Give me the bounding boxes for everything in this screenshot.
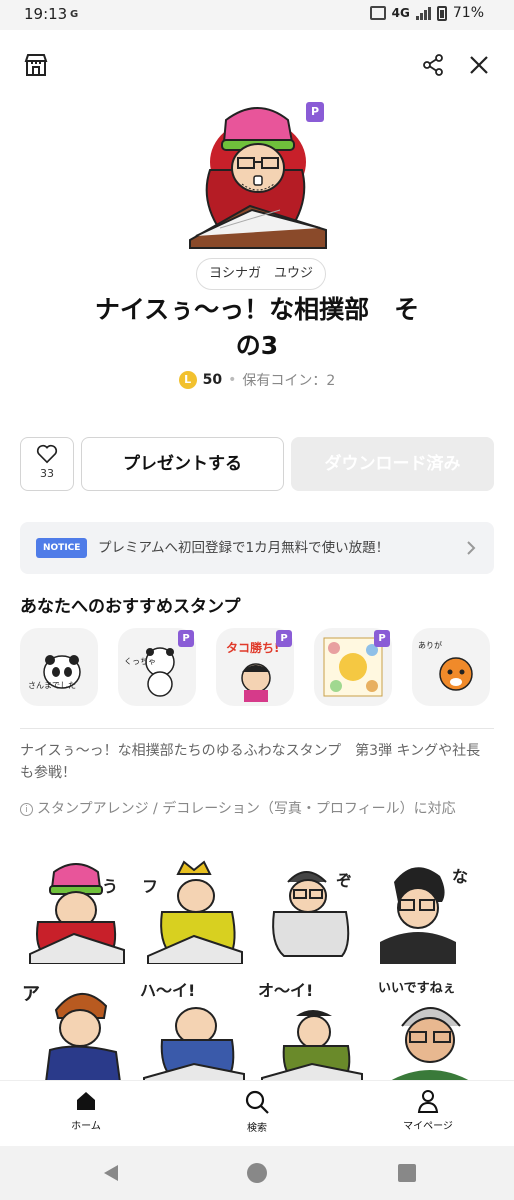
svg-text:ア: ア (22, 984, 40, 1005)
recommendation-list: さんまでした くっちゃ P タコ勝ち! P P ありが (20, 628, 514, 708)
top-bar (0, 30, 514, 100)
svg-text:オ〜イ!: オ〜イ! (258, 981, 313, 1000)
like-button[interactable]: 33 (20, 437, 74, 491)
download-button[interactable]: ダウンロード済み (291, 437, 494, 491)
search-icon (245, 1090, 269, 1114)
nav-home[interactable]: ホーム (36, 1089, 136, 1132)
feature-note-text: スタンプアレンジ / デコレーション（写真・プロフィール）に対応 (37, 801, 456, 817)
sticker-thumbnail: さんまでした (28, 655, 81, 690)
owned-coins: 保有コイン：2 (242, 373, 336, 389)
svg-text:さんまでした: さんまでした (28, 681, 76, 690)
svg-text:くっちゃ: くっちゃ (124, 657, 156, 666)
chevron-right-icon (467, 541, 476, 555)
share-icon[interactable] (417, 49, 449, 81)
sticker-item[interactable]: ハ〜イ! (138, 970, 250, 1082)
back-icon[interactable] (100, 1162, 122, 1184)
nav-search-label: 検索 (247, 1123, 267, 1134)
present-button[interactable]: プレゼントする (81, 437, 284, 491)
product-description: ナイスぅ〜っ！な相撲部たちのゆるふわなスタンプ 第3弾 キングや社長も参戦！ (20, 743, 481, 781)
battery-percent: 71% (452, 5, 484, 21)
svg-text:ありが: ありが (418, 640, 442, 650)
system-nav-bar (0, 1146, 514, 1200)
premium-badge: P (374, 630, 390, 647)
nav-search[interactable]: 検索 (207, 1089, 307, 1134)
recents-icon[interactable] (396, 1162, 418, 1184)
svg-text:フ: フ (142, 877, 158, 896)
nav-mypage[interactable]: マイページ (378, 1089, 478, 1132)
recommendation-item[interactable]: さんまでした (20, 628, 98, 706)
home-icon (77, 1092, 95, 1110)
main-sticker-image (189, 107, 327, 249)
sticker-item[interactable]: フ (138, 852, 250, 964)
status-bar: 19:13 G 4G 71% (0, 0, 514, 30)
divider (20, 728, 494, 729)
svg-text:いいですねぇ: いいですねぇ (378, 981, 456, 996)
notice-text: プレミアムへ初回登録で1カ月無料で使い放題！ (98, 540, 390, 556)
premium-badge: P (178, 630, 194, 647)
info-icon: i (20, 803, 33, 816)
close-icon[interactable] (463, 49, 495, 81)
svg-text:ハ〜イ!: ハ〜イ! (140, 981, 195, 1000)
battery-icon (436, 5, 447, 21)
vibrate-icon (369, 6, 386, 20)
feature-note: i スタンプアレンジ / デコレーション（写真・プロフィール）に対応 (20, 798, 494, 820)
sticker-item[interactable]: う (20, 852, 132, 964)
separator-dot: • (228, 372, 237, 388)
notice-banner[interactable]: NOTICE プレミアムへ初回登録で1カ月無料で使い放題！ (20, 522, 494, 574)
home-circle-icon[interactable] (246, 1162, 268, 1184)
nav-mypage-label: マイページ (403, 1121, 453, 1132)
recommendation-item[interactable]: ありが (412, 628, 490, 706)
user-icon (417, 1090, 439, 1113)
svg-text:ぞ: ぞ (336, 871, 352, 890)
shop-icon[interactable] (20, 49, 52, 81)
premium-badge: P (306, 102, 324, 122)
price: 50 (202, 372, 223, 388)
title-line-1: ナイスぅ〜っ！な相撲部 そ (94, 295, 420, 324)
like-count: 33 (40, 467, 54, 480)
coin-icon: L (178, 371, 197, 389)
premium-badge: P (276, 630, 292, 647)
nav-home-label: ホーム (71, 1121, 101, 1132)
sticker-item[interactable]: オ〜イ! (256, 970, 368, 1082)
network-type: 4G (391, 6, 410, 20)
sticker-item[interactable]: いいですねぇ (374, 970, 486, 1082)
product-title: ナイスぅ〜っ！な相撲部 そ の3 (40, 292, 474, 364)
heart-icon (36, 444, 58, 464)
sticker-thumbnail: ありが (418, 640, 473, 691)
signal-icon (415, 6, 431, 20)
status-time: 19:13 (24, 5, 68, 23)
recommendation-title: あなたへのおすすめスタンプ (20, 597, 241, 617)
sticker-item[interactable]: な (374, 852, 486, 964)
author-chip[interactable]: ヨシナガ ユウジ (196, 258, 327, 290)
svg-text:な: な (452, 867, 468, 886)
title-line-2: の3 (235, 331, 279, 360)
status-right: 4G 71% (369, 5, 484, 21)
price-row: L 50 • 保有コイン：2 (0, 370, 514, 390)
notice-badge: NOTICE (36, 538, 88, 558)
svg-text:う: う (102, 877, 118, 896)
sticker-item[interactable]: ぞ (256, 852, 368, 964)
bottom-nav: ホーム 検索 マイページ (0, 1080, 514, 1146)
carrier-icon: G (70, 9, 79, 20)
svg-text:タコ勝ち!: タコ勝ち! (226, 640, 279, 655)
sticker-grid: う フ ぞ な ア ハ〜イ! オ〜イ! いいですねぇ (20, 852, 500, 1082)
sticker-item[interactable]: ア (20, 970, 132, 1082)
